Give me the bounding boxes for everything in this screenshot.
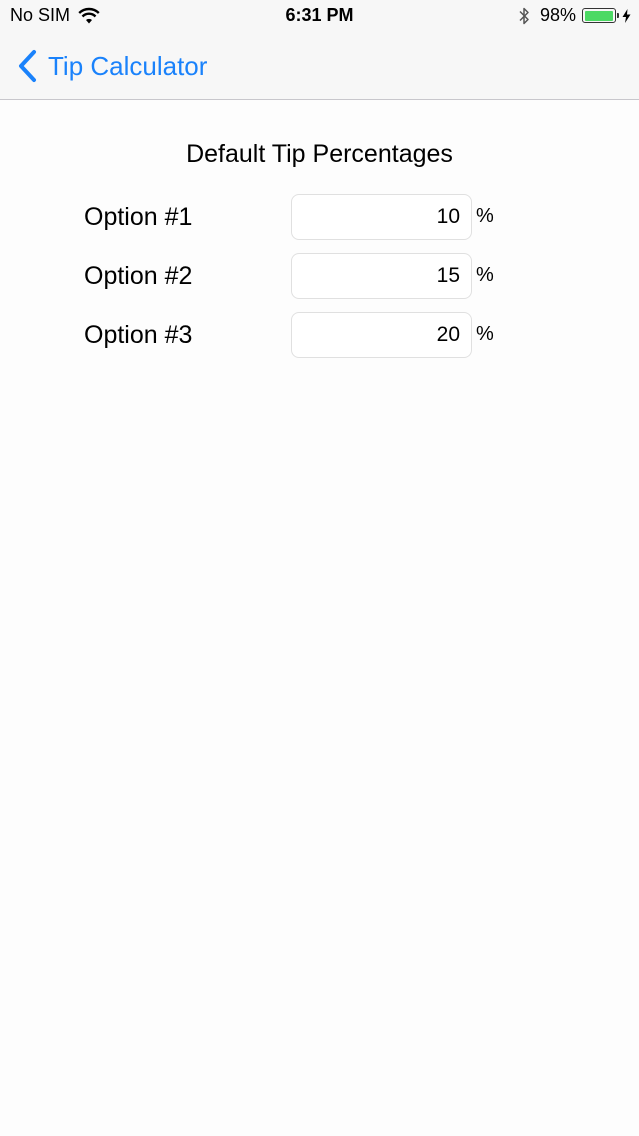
status-right: 98%	[518, 5, 631, 26]
tip-option-row-3: Option #3 %	[84, 312, 504, 360]
tip-percentage-input-3[interactable]	[291, 312, 472, 358]
tip-percentage-input-1[interactable]	[291, 194, 472, 240]
navigation-bar: Tip Calculator	[0, 33, 639, 100]
back-button[interactable]: Tip Calculator	[16, 49, 207, 83]
battery-tip	[617, 13, 619, 18]
bluetooth-icon	[519, 7, 529, 24]
option-label: Option #2	[84, 262, 193, 290]
percent-unit-label: %	[476, 205, 494, 227]
battery-percent: 98%	[539, 5, 576, 25]
tip-option-row-2: Option #2 %	[84, 253, 504, 301]
battery-icon	[582, 8, 619, 23]
back-button-label: Tip Calculator	[48, 50, 208, 81]
battery-fill	[584, 10, 613, 21]
settings-screen: No SIM 6:31 PM 98% Tip Calculator Defaul…	[0, 0, 639, 1136]
section-title: Default Tip Percentages	[186, 140, 453, 168]
percent-unit-label: %	[476, 264, 494, 286]
charging-bolt-icon	[622, 8, 631, 23]
percent-unit-label: %	[476, 323, 494, 345]
tip-percentage-input-2[interactable]	[291, 253, 472, 299]
status-bar: No SIM 6:31 PM 98%	[0, 0, 639, 33]
option-label: Option #1	[84, 203, 193, 231]
tip-option-row-1: Option #1 %	[84, 194, 504, 242]
option-label: Option #3	[84, 321, 193, 349]
chevron-left-icon	[19, 50, 36, 82]
